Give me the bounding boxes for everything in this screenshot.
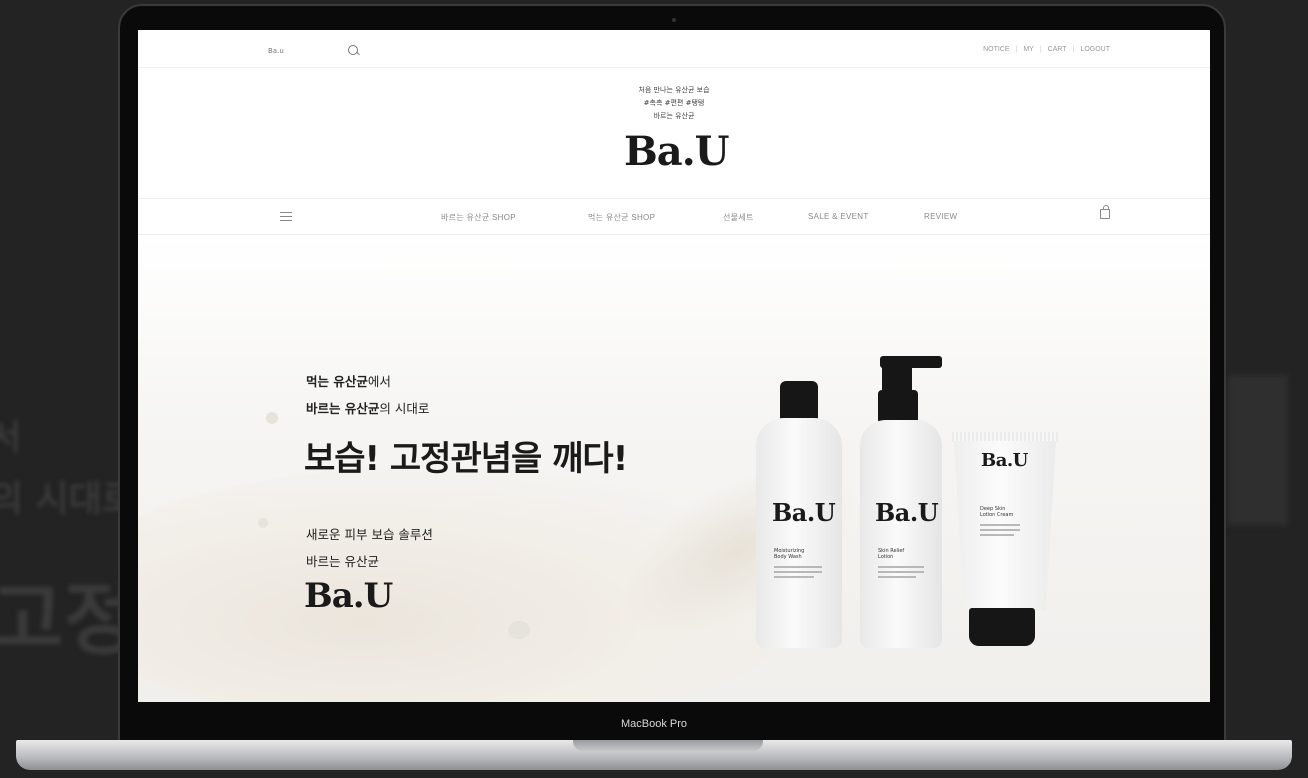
product-label-logo: Ba.U: [772, 498, 836, 527]
nav-item-eat-probiotics-shop[interactable]: 먹는 유산균 SHOP: [588, 212, 655, 223]
hero-logo: Ba.U: [304, 576, 393, 616]
my-link[interactable]: MY: [1023, 46, 1034, 53]
utility-bar: NOTICE | MY | CART | LOGOUT: [138, 30, 1210, 68]
label-text-line: [774, 571, 822, 573]
separator: |: [1039, 46, 1042, 53]
milk-drop: [266, 412, 278, 424]
pump-collar: [878, 390, 918, 424]
shopping-bag-icon[interactable]: [1100, 205, 1110, 219]
search-icon[interactable]: [348, 45, 358, 55]
hero-intro-line: 먹는 유산균에서: [306, 371, 391, 390]
hero-intro-bold: 먹는 유산균: [306, 374, 368, 389]
tube-cap: [969, 608, 1035, 646]
hero-intro-rest: 의 시대로: [379, 401, 430, 416]
camera-icon: [672, 18, 676, 22]
label-text-line: [878, 571, 924, 573]
product-name-line: Body Wash: [774, 554, 802, 560]
backdrop-shape: [1228, 375, 1288, 525]
product-label-logo: Ba.U: [875, 498, 939, 527]
separator: |: [1072, 46, 1075, 53]
nav-item-review[interactable]: REVIEW: [924, 212, 957, 221]
label-text-line: [980, 524, 1020, 526]
backdrop-ghost-text: 서: [0, 418, 22, 458]
nav-item-sale-event[interactable]: SALE & EVENT: [808, 212, 869, 221]
search-box[interactable]: [268, 44, 368, 58]
brand-tagline: 처음 만나는 유산균 보습 #촉촉 #편편 #탱탱 바르는 유산균: [624, 84, 724, 123]
nav-item-apply-probiotics-shop[interactable]: 바르는 유산균 SHOP: [441, 212, 516, 223]
main-nav: 바르는 유산균 SHOP 먹는 유산균 SHOP 선물세트 SALE & EVE…: [138, 198, 1210, 235]
tagline-line: 바르는 유산균: [653, 112, 695, 120]
hero-intro-line: 바르는 유산균의 시대로: [306, 398, 429, 417]
product-name-line: Lotion Cream: [980, 512, 1014, 518]
hero-banner: 먹는 유산균에서 바르는 유산균의 시대로 보습! 고정관념을 깨다! 새로운 …: [138, 236, 1210, 702]
menu-icon[interactable]: [280, 212, 292, 221]
utility-links: NOTICE | MY | CART | LOGOUT: [983, 46, 1110, 53]
hero-intro-rest: 에서: [367, 374, 391, 389]
milk-drop: [508, 621, 530, 639]
backdrop-ghost-text: 고정: [0, 573, 138, 666]
product-label-logo: Ba.U: [981, 450, 1028, 471]
brand-header: 처음 만나는 유산균 보습 #촉촉 #편편 #탱탱 바르는 유산균 Ba.U: [138, 68, 1210, 198]
product-name-line: Lotion: [878, 554, 894, 560]
logout-link[interactable]: LOGOUT: [1080, 46, 1110, 53]
hero-intro-bold: 바르는 유산균: [306, 401, 380, 416]
label-text-line: [878, 566, 924, 568]
product-label-name: Skin Relief Lotion: [878, 548, 904, 560]
bottle-cap: [780, 381, 818, 421]
tagline-line: 처음 만나는 유산균 보습: [638, 86, 710, 94]
hero-subtitle: 바르는 유산균: [306, 554, 379, 569]
device-model-label: MacBook Pro: [620, 718, 688, 730]
label-text-line: [878, 576, 916, 578]
bottle-body: [860, 420, 942, 648]
laptop-screen: NOTICE | MY | CART | LOGOUT 처음 만나는 유산균 보…: [138, 30, 1210, 702]
hero-headline: 보습! 고정관념을 깨다!: [304, 439, 628, 479]
product-label-name: Deep Skin Lotion Cream: [980, 506, 1013, 518]
separator: |: [1015, 46, 1018, 53]
nav-item-gift-set[interactable]: 선물세트: [723, 212, 754, 223]
product-label-name: Moisturizing Body Wash: [774, 548, 804, 560]
bottle-body: [756, 418, 842, 648]
label-text-line: [980, 534, 1014, 536]
laptop-notch: [573, 740, 763, 751]
search-input[interactable]: [268, 44, 348, 58]
label-text-line: [774, 576, 814, 578]
notice-link[interactable]: NOTICE: [983, 46, 1009, 53]
hero-subtitle: 새로운 피부 보습 솔루션: [306, 527, 433, 542]
cart-link[interactable]: CART: [1048, 46, 1067, 53]
backdrop-ghost-text: 의 시대로: [0, 479, 136, 520]
label-text-line: [774, 566, 822, 568]
milk-drop: [258, 518, 268, 528]
label-text-line: [980, 529, 1020, 531]
site-logo[interactable]: Ba.U: [624, 128, 730, 175]
tube-crimp: [952, 432, 1058, 442]
tagline-line: #촉촉 #편편 #탱탱: [643, 99, 705, 107]
